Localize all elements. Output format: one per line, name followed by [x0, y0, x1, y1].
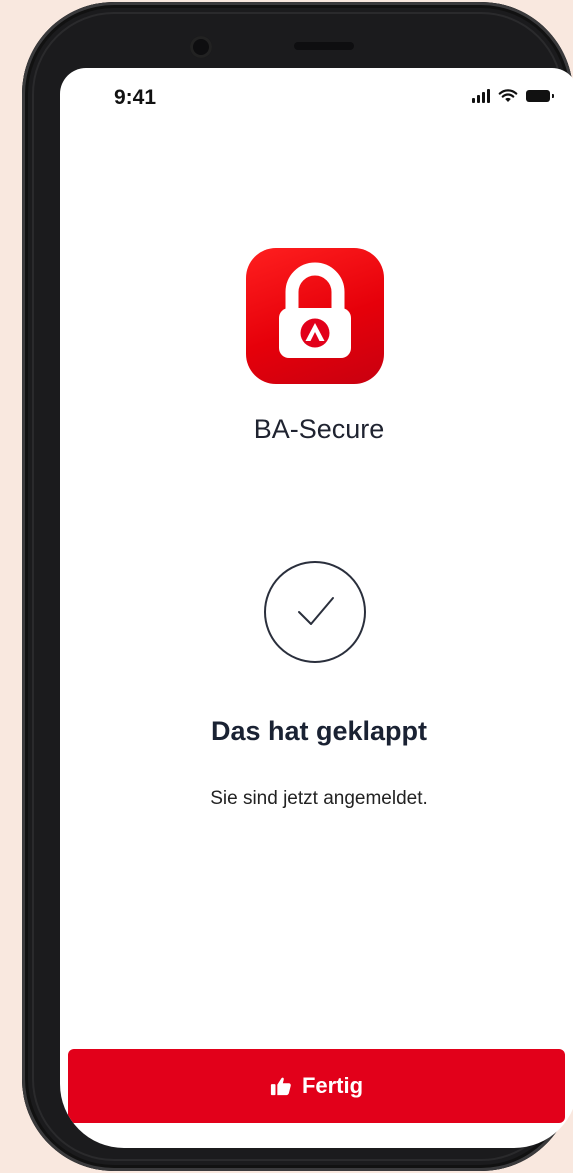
front-camera: [190, 36, 212, 58]
app-logo: [246, 248, 384, 384]
battery-icon: [526, 90, 554, 102]
status-icons: [472, 89, 554, 103]
success-message: Sie sind jetzt angemeldet.: [210, 788, 428, 809]
success-title: Das hat geklappt: [210, 716, 428, 746]
wifi-icon: [498, 89, 518, 102]
phone-screen: 9:41 BA-Secure Das hat geklappt Sie sind…: [60, 68, 573, 1148]
phone-frame: 9:41 BA-Secure Das hat geklappt Sie sind…: [22, 2, 573, 1171]
status-bar: 9:41: [60, 68, 573, 128]
cellular-signal-icon: [472, 89, 490, 103]
done-button[interactable]: Fertig: [68, 1049, 565, 1123]
app-name: BA-Secure: [253, 414, 385, 444]
checkmark-circle-icon: [264, 561, 366, 663]
padlock-icon: [279, 262, 351, 358]
earpiece-speaker: [294, 42, 354, 50]
status-time: 9:41: [114, 86, 157, 109]
done-button-label: Fertig: [301, 1073, 364, 1098]
thumbs-up-icon: [270, 1077, 291, 1096]
